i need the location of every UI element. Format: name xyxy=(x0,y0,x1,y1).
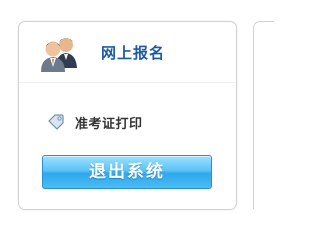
logout-button[interactable]: 退出系统 xyxy=(42,155,212,189)
menu-item-admission-ticket[interactable]: 准考证打印 xyxy=(47,111,143,133)
adjacent-panel-edge xyxy=(253,21,274,209)
login-panel: 网上报名 准考证打印 退出系统 xyxy=(18,21,237,210)
panel-header: 网上报名 xyxy=(19,22,236,83)
menu-item-label: 准考证打印 xyxy=(75,116,143,132)
users-icon xyxy=(39,34,79,74)
page-title: 网上报名 xyxy=(101,44,166,62)
tag-icon xyxy=(47,113,65,131)
